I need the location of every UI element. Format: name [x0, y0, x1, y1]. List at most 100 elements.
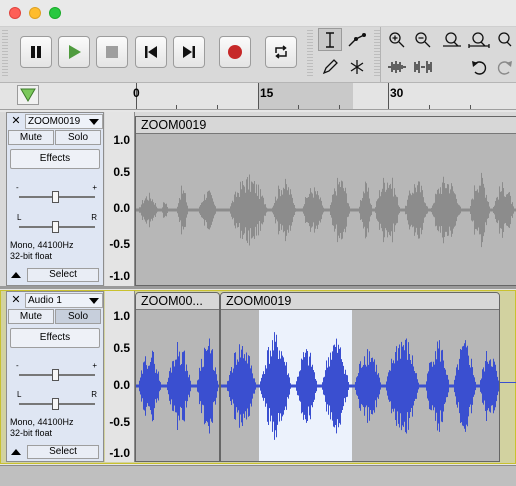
selection-tool-button[interactable] [318, 28, 342, 51]
skip-to-start-button[interactable] [135, 36, 167, 68]
mute-button[interactable]: Mute [8, 309, 54, 324]
track-name-menu[interactable]: Audio 1 [25, 293, 103, 308]
clip-title[interactable]: ZOOM0019 [136, 117, 516, 134]
scale-label: 0.5 [113, 341, 130, 355]
pan-slider-thumb[interactable] [52, 221, 59, 233]
asterisk-icon [350, 59, 364, 74]
bottom-area [0, 465, 516, 486]
track-name: Audio 1 [28, 295, 62, 306]
pan-right-label: R [91, 213, 97, 222]
track-bitdepth-label: 32-bit float [10, 428, 53, 438]
audio-clip[interactable]: ZOOM0019 [135, 116, 516, 286]
scale-label: -1.0 [109, 269, 130, 283]
pause-button[interactable] [20, 36, 52, 68]
stop-icon [106, 46, 118, 58]
skip-start-icon [145, 46, 157, 58]
main-toolbar [0, 27, 516, 83]
minimize-window-button[interactable] [29, 7, 41, 19]
zoom-out-icon [415, 31, 431, 47]
gain-plus-label: + [92, 183, 97, 192]
effects-button[interactable]: Effects [10, 328, 100, 348]
solo-button[interactable]: Solo [55, 130, 101, 145]
pencil-icon [322, 58, 338, 74]
pan-right-label: R [91, 390, 97, 399]
fit-project-button[interactable] [467, 28, 491, 51]
toolbar-grip[interactable] [2, 30, 8, 78]
waveform-baseline [500, 382, 516, 383]
zoom-fit-selection-icon [443, 31, 461, 47]
solo-button[interactable]: Solo [55, 309, 101, 324]
collapse-track-icon[interactable] [11, 272, 21, 278]
audio-clip[interactable]: ZOOM0019 [220, 292, 500, 462]
clip-title[interactable]: ZOOM00... [136, 293, 219, 310]
select-track-button[interactable]: Select [27, 268, 99, 282]
play-button[interactable] [58, 36, 90, 68]
collapse-track-icon[interactable] [11, 449, 21, 455]
pan-slider[interactable]: L R [17, 390, 97, 410]
window-titlebar [0, 0, 516, 27]
multi-tool-button[interactable] [345, 55, 369, 78]
chevron-down-icon [89, 119, 99, 125]
draw-tool-button[interactable] [318, 55, 342, 78]
track-name: ZOOM0019 [28, 116, 81, 127]
edit-grip[interactable] [374, 30, 380, 78]
track-bitdepth-label: 32-bit float [10, 251, 53, 261]
scale-label: 0.0 [113, 378, 130, 392]
waveform [136, 172, 516, 248]
zoom-window-button[interactable] [49, 7, 61, 19]
track-close-button[interactable]: ✕ [9, 294, 23, 307]
waveform [136, 338, 219, 434]
ibeam-icon [326, 31, 334, 48]
pan-left-label: L [17, 390, 22, 399]
zoom-fit-project-icon [468, 31, 490, 48]
audio-clip[interactable]: ZOOM00... [135, 292, 220, 462]
trim-outside-button[interactable] [385, 55, 409, 78]
stop-button[interactable] [96, 36, 128, 68]
skip-to-end-button[interactable] [173, 36, 205, 68]
ruler-label-30: 30 [390, 86, 404, 100]
gain-slider-thumb[interactable] [52, 191, 59, 203]
mute-button[interactable]: Mute [8, 130, 54, 145]
timeline-options-icon[interactable] [17, 85, 39, 105]
pan-slider-thumb[interactable] [52, 398, 59, 410]
track-zoom0019: ✕ ZOOM0019 Mute Solo Effects - + L R Mon… [0, 112, 516, 286]
gain-minus-label: - [16, 183, 19, 192]
scale-label: -1.0 [109, 446, 130, 460]
loop-button[interactable] [265, 36, 297, 68]
gain-slider[interactable]: - + [16, 183, 97, 203]
tools-grip[interactable] [307, 30, 313, 78]
pause-icon [31, 46, 41, 58]
select-track-button[interactable]: Select [27, 445, 99, 459]
clip-title[interactable]: ZOOM0019 [221, 293, 499, 310]
zoom-in-button[interactable] [385, 28, 409, 51]
amplitude-ruler: 1.0 0.5 0.0 -0.5 -1.0 [105, 112, 135, 286]
envelope-icon [348, 32, 366, 46]
gain-minus-label: - [16, 361, 19, 370]
track-name-menu[interactable]: ZOOM0019 [25, 114, 103, 129]
effects-button[interactable]: Effects [10, 149, 100, 169]
skip-end-icon [183, 46, 195, 58]
track-divider [0, 286, 516, 289]
undo-icon [472, 60, 487, 75]
redo-button[interactable] [494, 55, 516, 78]
close-window-button[interactable] [9, 7, 21, 19]
amplitude-ruler: 1.0 0.5 0.0 -0.5 -1.0 [105, 291, 135, 462]
pan-slider[interactable]: L R [17, 213, 97, 233]
gain-slider-thumb[interactable] [52, 369, 59, 381]
record-button[interactable] [219, 36, 251, 68]
scale-label: 0.5 [113, 165, 130, 179]
zoom-out-button[interactable] [411, 28, 435, 51]
chevron-down-icon [89, 298, 99, 304]
gain-slider[interactable]: - + [16, 361, 97, 381]
track-format-info: Mono, 44100Hz 32-bit float [10, 417, 74, 439]
timeline-ruler[interactable]: 0 15 30 [0, 83, 516, 110]
silence-selection-button[interactable] [411, 55, 435, 78]
fit-selection-button[interactable] [440, 28, 464, 51]
envelope-tool-button[interactable] [345, 28, 369, 51]
undo-button[interactable] [467, 55, 491, 78]
scale-label: -0.5 [109, 415, 130, 429]
zoom-toggle-button[interactable] [494, 28, 516, 51]
track-close-button[interactable]: ✕ [9, 115, 23, 128]
loop-icon [275, 45, 287, 59]
toolbar-separator [380, 27, 381, 82]
